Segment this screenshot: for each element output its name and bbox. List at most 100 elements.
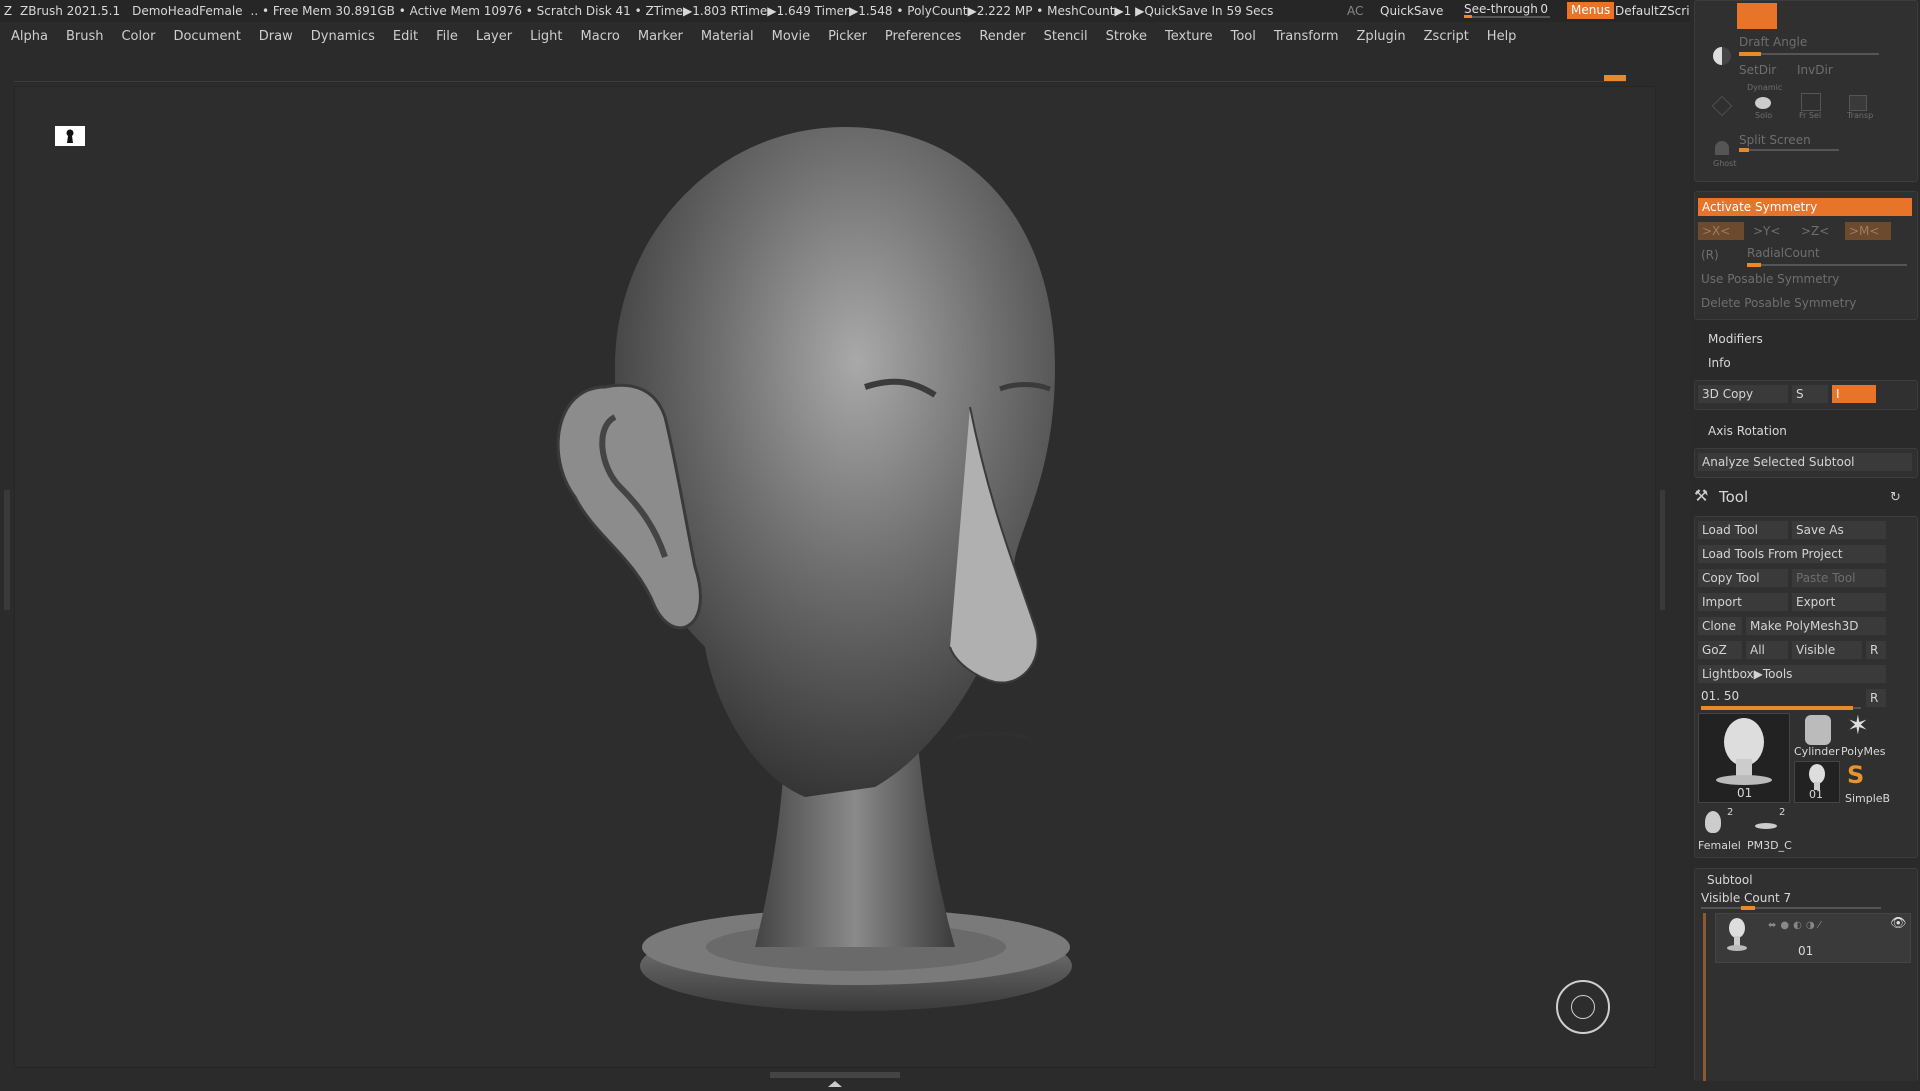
activate-symmetry-button[interactable]: Activate Symmetry — [1698, 198, 1912, 216]
copy-tool-button[interactable]: Copy Tool — [1698, 569, 1788, 587]
canvas-viewport[interactable] — [14, 86, 1656, 1068]
tool-thumb-small-head[interactable]: 01 — [1794, 761, 1840, 803]
menu-movie[interactable]: Movie — [761, 29, 817, 44]
menu-light[interactable]: Light — [519, 29, 569, 44]
3d-copy-button[interactable]: 3D Copy — [1698, 385, 1788, 403]
menu-help[interactable]: Help — [1476, 29, 1524, 44]
goz-visible-button[interactable]: Visible — [1792, 641, 1862, 659]
menu-dynamics[interactable]: Dynamics — [300, 29, 382, 44]
menu-alpha[interactable]: Alpha — [0, 29, 55, 44]
subtool-title[interactable]: Subtool — [1707, 873, 1753, 887]
symmetry-palette: Activate Symmetry >X< >Y< >Z< >M< (R) Ra… — [1694, 191, 1918, 320]
floor-gizmo-icon[interactable] — [1556, 980, 1610, 1034]
menu-stroke[interactable]: Stroke — [1095, 29, 1154, 44]
menus-toggle-button[interactable]: Menus — [1567, 2, 1615, 19]
simpleb-brush-icon[interactable]: S — [1847, 761, 1864, 789]
draft-angle-label[interactable]: Draft Angle — [1739, 35, 1807, 49]
modifiers-section[interactable]: Modifiers — [1708, 332, 1763, 346]
analyze-selected-subtool-button[interactable]: Analyze Selected Subtool — [1698, 453, 1912, 471]
use-posable-symmetry-button[interactable]: Use Posable Symmetry — [1701, 272, 1839, 286]
default-zscript-button[interactable]: DefaultZScript — [1615, 4, 1702, 18]
tool-slider-r-button[interactable]: R — [1866, 689, 1886, 707]
frame-select-icon[interactable] — [1801, 93, 1821, 111]
symmetry-m-button[interactable]: >M< — [1845, 222, 1891, 240]
split-screen-button[interactable]: Split Screen — [1739, 133, 1811, 147]
tool-slider-value[interactable]: 01. 50 — [1701, 689, 1739, 703]
menu-picker[interactable]: Picker — [817, 29, 874, 44]
subtool-toggle-icons[interactable]: ⬌●◐◑⁄ — [1768, 920, 1824, 931]
polymesh-star-icon[interactable]: ✶ — [1847, 711, 1869, 741]
tool-hammer-icon[interactable]: ⚒ — [1694, 486, 1708, 505]
ghost-icon[interactable] — [1715, 141, 1729, 155]
menu-tool[interactable]: Tool — [1220, 29, 1263, 44]
radial-count-slider[interactable]: RadialCount — [1747, 246, 1820, 260]
see-through-slider[interactable]: See-through 0 — [1464, 2, 1550, 18]
goz-button[interactable]: GoZ — [1698, 641, 1742, 659]
setdir-button[interactable]: SetDir — [1739, 63, 1776, 77]
head-sculpt-model[interactable] — [15, 87, 1655, 1067]
pm3d-icon[interactable] — [1755, 823, 1777, 829]
goz-all-button[interactable]: All — [1746, 641, 1788, 659]
menu-zscript[interactable]: Zscript — [1413, 29, 1476, 44]
subtool-item[interactable]: ⬌●◐◑⁄ 👁 01 — [1715, 913, 1911, 963]
menu-color[interactable]: Color — [110, 29, 162, 44]
ac-label[interactable]: AC — [1347, 4, 1363, 18]
radial-r-button[interactable]: (R) — [1701, 248, 1719, 262]
axis-rotation-section[interactable]: Axis Rotation — [1708, 424, 1787, 438]
app-version: ZBrush 2021.5.1 — [20, 4, 121, 18]
load-tool-button[interactable]: Load Tool — [1698, 521, 1788, 539]
zbrush-logo-icon: Z — [3, 4, 13, 18]
delete-posable-symmetry-button[interactable]: Delete Posable Symmetry — [1701, 296, 1856, 310]
timeline-ruler[interactable] — [14, 75, 1626, 82]
make-polymesh3d-button[interactable]: Make PolyMesh3D — [1746, 617, 1886, 635]
cylinder-icon[interactable] — [1805, 715, 1831, 745]
3d-copy-value-field[interactable]: I — [1832, 385, 1876, 403]
3d-copy-s-button[interactable]: S — [1792, 385, 1828, 403]
menu-document[interactable]: Document — [162, 29, 247, 44]
menu-material[interactable]: Material — [690, 29, 761, 44]
menu-marker[interactable]: Marker — [627, 29, 690, 44]
half-circle-icon[interactable] — [1713, 47, 1731, 65]
menu-texture[interactable]: Texture — [1154, 29, 1220, 44]
bottom-tray-handle[interactable] — [770, 1072, 900, 1087]
menu-layer[interactable]: Layer — [465, 29, 519, 44]
right-tray-handle[interactable] — [1660, 490, 1665, 610]
left-tray-handle[interactable] — [4, 490, 10, 610]
timeline-marker[interactable] — [1604, 75, 1626, 81]
solo-icon[interactable] — [1755, 97, 1771, 109]
goz-r-button[interactable]: R — [1866, 641, 1886, 659]
menu-brush[interactable]: Brush — [55, 29, 111, 44]
save-as-button[interactable]: Save As — [1792, 521, 1886, 539]
refresh-icon[interactable]: ↻ — [1890, 490, 1901, 505]
tool-palette-title[interactable]: Tool — [1719, 488, 1748, 506]
lightbox-tools-button[interactable]: Lightbox▶Tools — [1698, 665, 1886, 683]
symmetry-x-button[interactable]: >X< — [1698, 222, 1744, 240]
paste-tool-button[interactable]: Paste Tool — [1792, 569, 1886, 587]
import-button[interactable]: Import — [1698, 593, 1788, 611]
visible-count-slider[interactable]: Visible Count 7 — [1701, 891, 1791, 905]
transform-active-button[interactable] — [1737, 3, 1777, 29]
eye-visibility-icon[interactable]: 👁 — [1890, 916, 1907, 931]
subtool-scrollbar[interactable] — [1703, 913, 1706, 1081]
export-button[interactable]: Export — [1792, 593, 1886, 611]
quicksave-button[interactable]: QuickSave — [1380, 4, 1443, 18]
menu-transform[interactable]: Transform — [1263, 29, 1346, 44]
symmetry-y-button[interactable]: >Y< — [1753, 224, 1780, 238]
cube-icon[interactable] — [1711, 95, 1733, 117]
symmetry-z-button[interactable]: >Z< — [1801, 224, 1829, 238]
menu-zplugin[interactable]: Zplugin — [1346, 29, 1413, 44]
menu-file[interactable]: File — [425, 29, 465, 44]
menu-stencil[interactable]: Stencil — [1033, 29, 1095, 44]
menu-preferences[interactable]: Preferences — [874, 29, 968, 44]
clone-button[interactable]: Clone — [1698, 617, 1742, 635]
female-head-icon[interactable] — [1705, 811, 1721, 833]
menu-render[interactable]: Render — [968, 29, 1032, 44]
transparency-icon[interactable] — [1849, 95, 1867, 111]
load-tools-from-project-button[interactable]: Load Tools From Project — [1698, 545, 1886, 563]
invdir-button[interactable]: InvDir — [1797, 63, 1833, 77]
menu-edit[interactable]: Edit — [382, 29, 425, 44]
menu-draw[interactable]: Draw — [248, 29, 300, 44]
tool-thumb-main[interactable]: 01 — [1698, 713, 1790, 803]
info-section[interactable]: Info — [1708, 356, 1731, 370]
menu-macro[interactable]: Macro — [570, 29, 627, 44]
